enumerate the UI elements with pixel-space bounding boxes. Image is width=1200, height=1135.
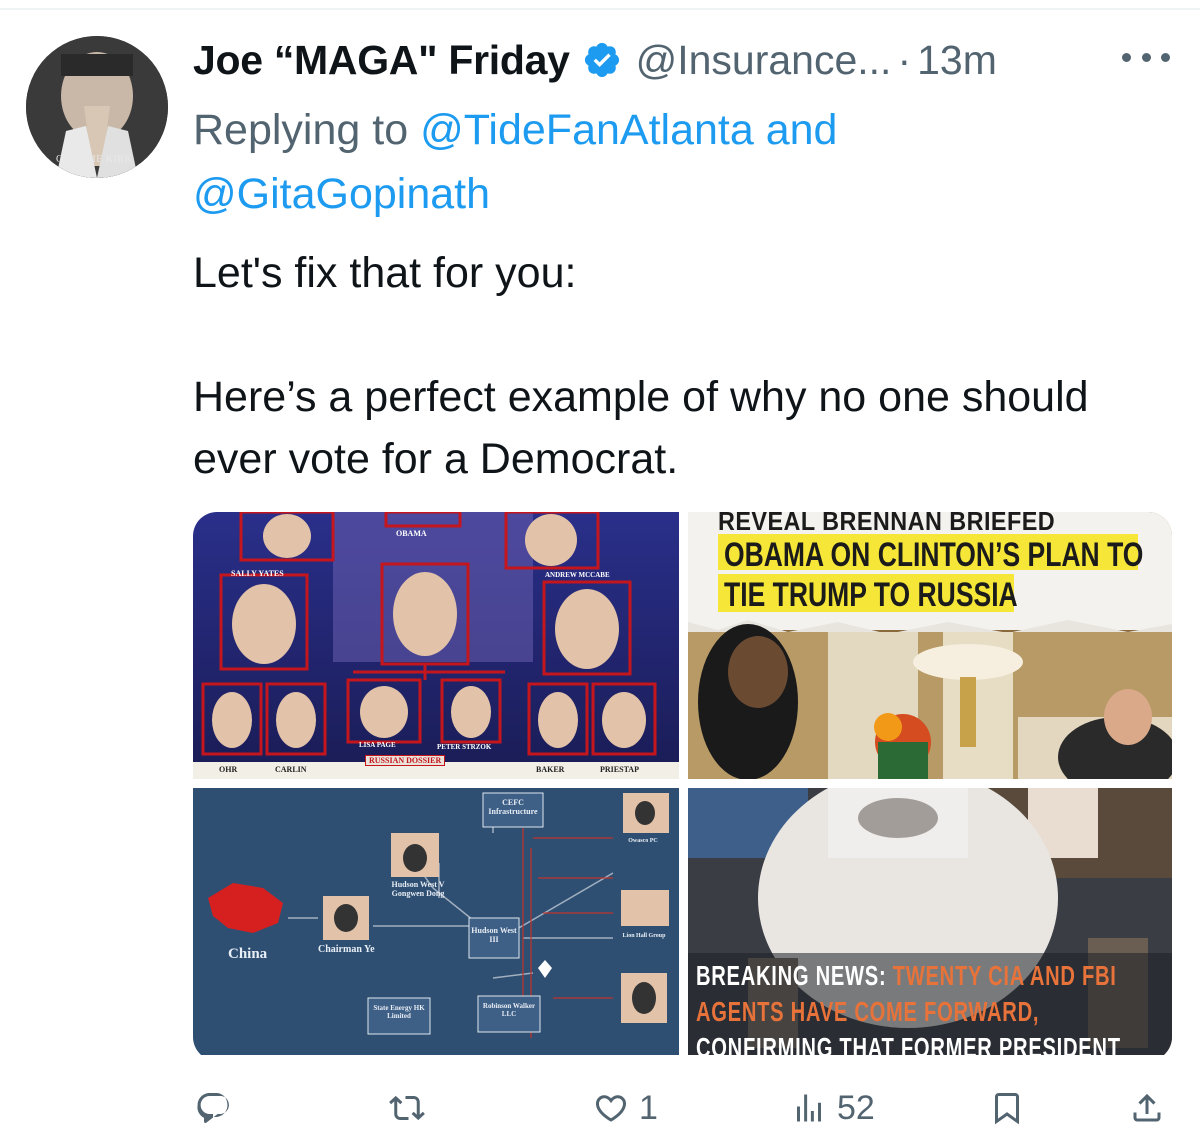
- more-options-icon[interactable]: [1122, 42, 1170, 72]
- separator: ·: [897, 36, 912, 83]
- reply-conjunction: and: [765, 106, 838, 154]
- views-button[interactable]: 52: [791, 1082, 875, 1134]
- img2-headline-2: TIE TRUMP TO RUSSIA: [724, 576, 1018, 614]
- img1-label-yates: SALLY YATES: [231, 569, 284, 578]
- img4-banner-rest: TWENTY CIA AND FBI: [892, 960, 1117, 991]
- img3-label-state-energy: State Energy HK Limited: [373, 1004, 425, 1020]
- verified-badge-icon[interactable]: [582, 40, 622, 80]
- bookmark-icon: [995, 1093, 1019, 1125]
- img1-label-ohr: OHR: [219, 765, 238, 774]
- avatar-caption: CHARLIE KIRK: [56, 154, 133, 165]
- img3-label-lionhall: Lion Hall Group: [622, 933, 666, 939]
- timestamp[interactable]: 13m: [917, 37, 997, 84]
- img1-label-obama: OBAMA: [396, 529, 427, 538]
- reply-user-link-2[interactable]: @GitaGopinath: [193, 170, 490, 218]
- img4-banner-1: BREAKING NEWS: TWENTY CIA AND FBI: [696, 960, 1117, 992]
- img3-label-china: China: [228, 946, 268, 962]
- reply-icon: [197, 1093, 229, 1123]
- retweet-icon: [389, 1095, 425, 1121]
- img3-label-chairman: Chairman Ye: [318, 944, 375, 955]
- tweet-line-2: Here’s a perfect example of why no one s…: [193, 373, 1089, 483]
- img1-label-mccabe: ANDREW MCCABE: [545, 571, 610, 579]
- reply-button[interactable]: [195, 1082, 241, 1134]
- tweet-text: Let's fix that for you: Here’s a perfect…: [193, 242, 1153, 490]
- img1-label-dossier: RUSSIAN DOSSIER: [365, 755, 446, 766]
- share-icon: [1133, 1093, 1161, 1122]
- media-image-2[interactable]: REVEAL BRENNAN BRIEFED OBAMA ON CLINTON’…: [688, 512, 1172, 779]
- author-handle[interactable]: @Insurance...: [636, 37, 892, 84]
- img3-label-hudson-iii: Hudson West III: [471, 926, 517, 944]
- img3-label-robinson: Robinson Walker LLC: [482, 1002, 536, 1018]
- replying-to-prefix: Replying to: [193, 106, 409, 154]
- bookmark-button[interactable]: [989, 1082, 1025, 1134]
- retweet-button[interactable]: [389, 1082, 435, 1134]
- img4-banner-2: AGENTS HAVE COME FORWARD,: [696, 996, 1040, 1027]
- img3-label-hudson-v: Hudson West V Gongwen Dong: [391, 880, 445, 898]
- img1-label-baker: BAKER: [536, 765, 565, 774]
- media-grid: OBAMA SALLY YATES ANDREW MCCABE LISA PAG…: [193, 512, 1172, 1061]
- img4-banner-3: CONFIRMING THAT FORMER PRESIDENT: [696, 1032, 1121, 1055]
- img1-label-priestap: PRIESTAP: [600, 765, 639, 774]
- img2-headline-top: REVEAL BRENNAN BRIEFED: [718, 512, 1056, 536]
- media-image-3[interactable]: China Chairman Ye Hudson West V Gongwen …: [193, 788, 679, 1055]
- tweet-header: Joe “MAGA" Friday @Insurance... · 13m: [193, 30, 997, 90]
- img3-label-cefc: CEFC Infrastructure: [488, 798, 538, 816]
- action-bar: 1 52: [193, 1082, 1173, 1134]
- top-divider: [0, 0, 1200, 10]
- img1-label-carlin: CARLIN: [275, 765, 307, 774]
- reply-user-link-1[interactable]: @TideFanAtlanta: [420, 106, 754, 154]
- share-button[interactable]: [1129, 1082, 1165, 1134]
- replying-to: Replying to @TideFanAtlanta and @GitaGop…: [193, 98, 953, 226]
- like-count: 1: [639, 1088, 658, 1127]
- author-name[interactable]: Joe “MAGA" Friday: [193, 37, 570, 84]
- views-count: 52: [837, 1088, 875, 1127]
- media-image-1[interactable]: OBAMA SALLY YATES ANDREW MCCABE LISA PAG…: [193, 512, 679, 779]
- tweet-line-1: Let's fix that for you:: [193, 249, 577, 297]
- img1-label-strzok: PETER STRZOK: [437, 743, 492, 751]
- avatar[interactable]: CHARLIE KIRK: [26, 36, 168, 178]
- media-image-4[interactable]: BREAKING NEWS: TWENTY CIA AND FBI AGENTS…: [688, 788, 1172, 1055]
- img1-label-page: LISA PAGE: [359, 741, 396, 749]
- like-button[interactable]: 1: [593, 1082, 658, 1134]
- img2-headline-1: OBAMA ON CLINTON’S PLAN TO: [724, 536, 1144, 574]
- img4-banner-lead: BREAKING NEWS:: [696, 960, 887, 991]
- heart-icon: [595, 1095, 627, 1122]
- img3-label-owasco: Owasco PC: [628, 838, 658, 844]
- views-icon: [797, 1094, 821, 1122]
